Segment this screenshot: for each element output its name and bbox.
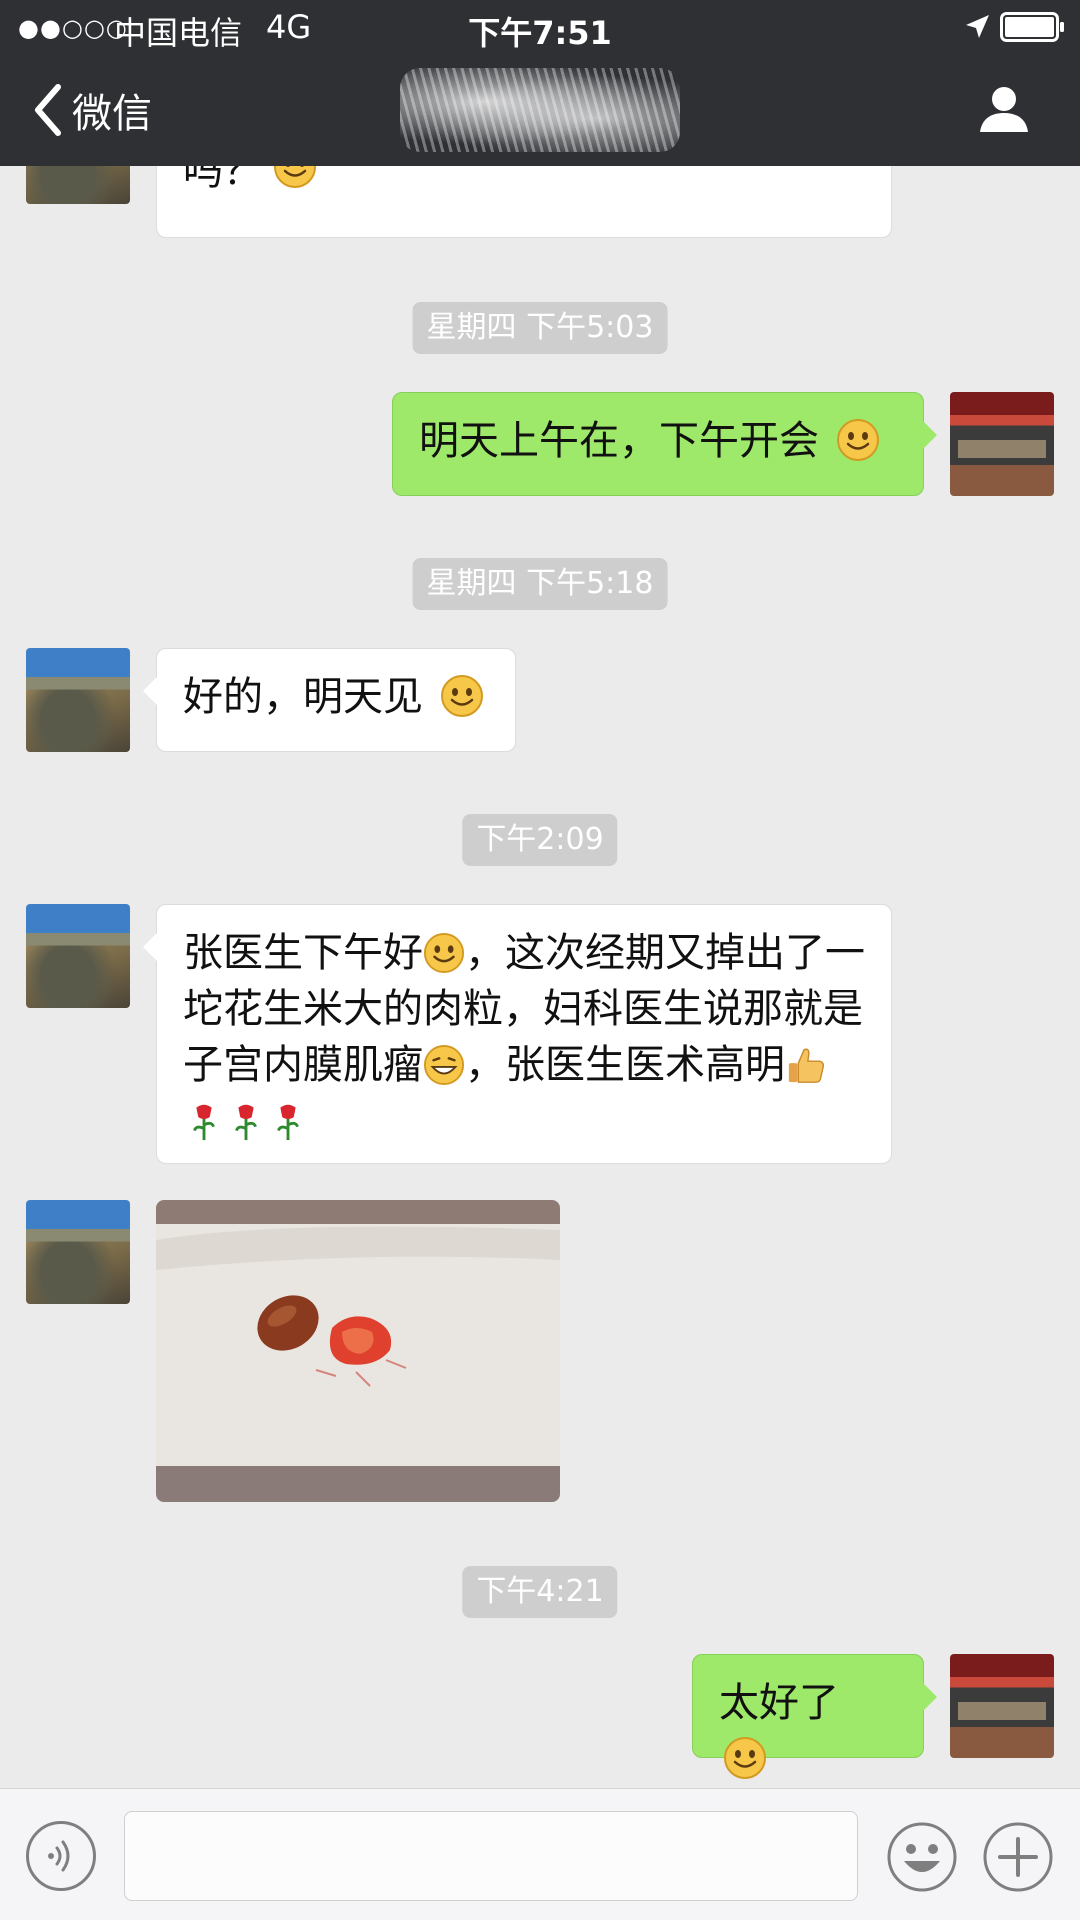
plus-icon[interactable] [982,1821,1054,1893]
input-bar [0,1788,1080,1920]
battery-icon [1000,12,1064,42]
smile-emoji-icon [423,932,465,974]
location-arrow-icon [966,15,989,38]
back-button[interactable]: 微信 [30,80,152,140]
grin-emoji-icon [423,1044,465,1086]
rose-emoji-icon [193,1104,215,1141]
top-bar: ●●○○○ 中国电信 4G 下午7:51 微信 [0,0,1080,166]
back-label: 微信 [72,91,152,137]
smile-emoji-icon [836,419,879,461]
message-text: 张医生下午好 [183,930,423,976]
smile-emoji-icon [440,675,483,717]
rose-emoji-icon [277,1104,299,1141]
timestamp: 下午4:21 [462,1566,618,1618]
timestamp: 星期四 下午5:03 [412,302,668,354]
chevron-left-icon [35,84,61,136]
voice-icon [48,1840,70,1872]
status-bar: ●●○○○ 中国电信 4G 下午7:51 [0,0,1080,54]
contact-avatar[interactable] [26,1200,130,1304]
message-sent[interactable]: 明天上午在，下午开会 [392,392,937,496]
message-received[interactable]: 好的，明天见 [143,648,516,752]
emoji-face-icon[interactable] [886,1821,958,1893]
timestamp: 星期四 下午5:18 [412,558,668,610]
message-received[interactable]: 吗？ [156,166,892,238]
rose-emoji-icon [235,1104,257,1141]
message-text: 太好了 [719,1680,839,1726]
message-text: 好的，明天见 [183,674,423,720]
message-received[interactable]: 张医生下午好 ，这次经期又掉出了一坨花生米大的肉粒，妇科医生说那就是子宫内膜肌瘤… [143,904,892,1164]
chat-area[interactable]: 吗？ 星期四 下午5:03 明天上午在，下午开会 星期四 下午5:18 好的，明… [0,166,1080,1788]
contact-avatar[interactable] [26,904,130,1008]
contact-avatar[interactable] [26,166,130,204]
voice-button[interactable] [26,1821,96,1891]
nav-bar: 微信 [0,54,1080,166]
message-text: ，张医生医术高明 [465,1042,785,1088]
message-text: 吗？ [183,166,263,194]
message-input[interactable] [124,1811,858,1901]
person-icon[interactable] [976,82,1032,138]
thumbs-up-emoji-icon [788,1048,825,1083]
message-text: 明天上午在，下午开会 [419,418,819,464]
status-time: 下午7:51 [468,14,612,52]
my-avatar[interactable] [950,392,1054,496]
photo-content [156,1226,560,1387]
smile-emoji-icon [724,1737,766,1779]
message-sent[interactable]: 太好了 [692,1654,937,1779]
smile-emoji-icon [274,166,316,188]
timestamp: 下午2:09 [462,814,618,866]
contact-avatar[interactable] [26,648,130,752]
photo-message[interactable] [156,1200,560,1502]
obscured-chat-title [400,68,680,152]
my-avatar[interactable] [950,1654,1054,1758]
